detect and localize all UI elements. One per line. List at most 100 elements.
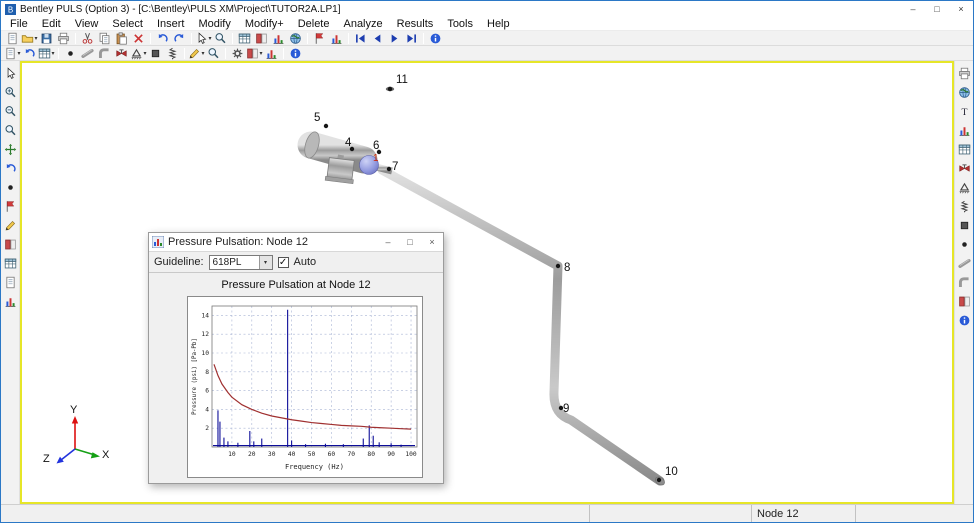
add-pipe-button[interactable] (79, 46, 96, 60)
status-empty-cell (589, 505, 751, 522)
menu-view[interactable]: View (68, 17, 106, 31)
svg-text:40: 40 (288, 451, 296, 458)
spring-tool-button[interactable] (956, 197, 973, 216)
valve-tool-button[interactable] (956, 159, 973, 178)
redo-button[interactable] (171, 31, 188, 45)
grid-toggle-button[interactable] (956, 140, 973, 159)
menu-modify-plus[interactable]: Modify+ (238, 17, 291, 31)
zoom-out-button[interactable] (2, 102, 19, 121)
menu-file[interactable]: File (3, 17, 35, 31)
prev-mode-button[interactable] (369, 31, 386, 45)
pipe-tool-button[interactable] (956, 254, 973, 273)
paste-button[interactable] (113, 31, 130, 45)
rotate-view-button[interactable] (2, 159, 19, 178)
cut-button[interactable] (79, 31, 96, 45)
flag-tool-button[interactable] (2, 197, 19, 216)
svg-text:14: 14 (201, 312, 209, 319)
node-pick-button[interactable] (2, 178, 19, 197)
menu-select[interactable]: Select (105, 17, 150, 31)
menu-insert[interactable]: Insert (150, 17, 192, 31)
add-support-button[interactable]: ▾ (130, 46, 147, 60)
sheet-view-button[interactable] (2, 273, 19, 292)
dialog-maximize-button[interactable]: □ (399, 233, 421, 252)
guideline-combobox[interactable]: 618PL ▾ (209, 255, 273, 270)
zoom-extents-button[interactable] (212, 31, 229, 45)
zoom-in-button[interactable] (2, 83, 19, 102)
auto-checkbox[interactable]: ✓ (278, 257, 289, 268)
add-valve-button[interactable] (113, 46, 130, 60)
menu-modify[interactable]: Modify (191, 17, 237, 31)
menu-help[interactable]: Help (480, 17, 517, 31)
pressure-pulsation-dialog[interactable]: Pressure Pulsation: Node 12 – □ × Guidel… (148, 232, 444, 484)
result-graph-button[interactable] (956, 121, 973, 140)
select-tool-button[interactable] (2, 64, 19, 83)
about-button[interactable] (956, 311, 973, 330)
menu-edit[interactable]: Edit (35, 17, 68, 31)
model-canvas[interactable]: Y X Z Pressure Pulsation: Node 12 – (20, 61, 954, 504)
model-view-button[interactable] (287, 31, 304, 45)
support-tool-button[interactable] (956, 178, 973, 197)
report-view-button[interactable] (2, 235, 19, 254)
text-tool-button[interactable]: T (956, 102, 973, 121)
combo-dropdown-icon[interactable]: ▾ (259, 256, 272, 269)
dialog-minimize-button[interactable]: – (377, 233, 399, 252)
report-button[interactable] (253, 31, 270, 45)
node-tool-button[interactable] (956, 235, 973, 254)
dropdown-arrow-icon[interactable]: ▾ (51, 50, 54, 57)
properties-button[interactable]: ▾ (188, 46, 205, 60)
close-button[interactable]: × (949, 1, 973, 17)
zoom-window-button[interactable] (2, 121, 19, 140)
add-node-button[interactable] (62, 46, 79, 60)
menu-results[interactable]: Results (390, 17, 441, 31)
menu-tools[interactable]: Tools (440, 17, 480, 31)
svg-text:Frequency (Hz): Frequency (Hz) (285, 463, 344, 471)
new-button[interactable] (4, 31, 21, 45)
measure-button[interactable] (205, 46, 222, 60)
results-button[interactable]: ▾ (246, 46, 263, 60)
annotate-button[interactable] (2, 216, 19, 235)
results-chart-button[interactable] (270, 31, 287, 45)
print-preview-button[interactable] (956, 64, 973, 83)
graph-button[interactable] (328, 31, 345, 45)
animate-button[interactable] (427, 31, 444, 45)
add-mass-button[interactable] (147, 46, 164, 60)
project-button[interactable]: ▾ (4, 46, 21, 60)
open-button[interactable]: ▾ (21, 31, 38, 45)
bend-tool-button[interactable] (956, 273, 973, 292)
flags-button[interactable] (311, 31, 328, 45)
mass-tool-button[interactable] (956, 216, 973, 235)
copy-button[interactable] (96, 31, 113, 45)
undo-button[interactable] (154, 31, 171, 45)
title-bar[interactable]: B Bentley PULS (Option 3) - [C:\Bentley\… (1, 1, 973, 17)
print-button[interactable] (55, 31, 72, 45)
dialog-close-button[interactable]: × (421, 233, 443, 252)
input-table-button[interactable] (236, 31, 253, 45)
delete-button[interactable] (130, 31, 147, 45)
menu-analyze[interactable]: Analyze (336, 17, 389, 31)
doc-tool-button[interactable] (956, 292, 973, 311)
analyze-button[interactable] (229, 46, 246, 60)
last-mode-button[interactable] (403, 31, 420, 45)
next-mode-button[interactable] (386, 31, 403, 45)
menu-delete[interactable]: Delete (291, 17, 337, 31)
save-button[interactable] (38, 31, 55, 45)
maximize-button[interactable]: □ (925, 1, 949, 17)
info-button[interactable] (287, 46, 304, 60)
select-button[interactable]: ▾ (195, 31, 212, 45)
last-mode-icon (405, 32, 418, 45)
table-view-button[interactable] (2, 254, 19, 273)
node-label-1: 1 (373, 153, 379, 164)
add-support-icon (130, 47, 143, 60)
dialog-title-bar[interactable]: Pressure Pulsation: Node 12 – □ × (149, 233, 443, 252)
pulsation-button[interactable] (263, 46, 280, 60)
refresh-button[interactable] (21, 46, 38, 60)
add-bend-button[interactable] (96, 46, 113, 60)
first-mode-button[interactable] (352, 31, 369, 45)
world-view-button[interactable] (956, 83, 973, 102)
views-button[interactable]: ▾ (38, 46, 55, 60)
minimize-button[interactable]: – (901, 1, 925, 17)
chart-view-button[interactable] (2, 292, 19, 311)
pan-button[interactable] (2, 140, 19, 159)
add-spring-button[interactable] (164, 46, 181, 60)
app-window: B Bentley PULS (Option 3) - [C:\Bentley\… (0, 0, 974, 523)
